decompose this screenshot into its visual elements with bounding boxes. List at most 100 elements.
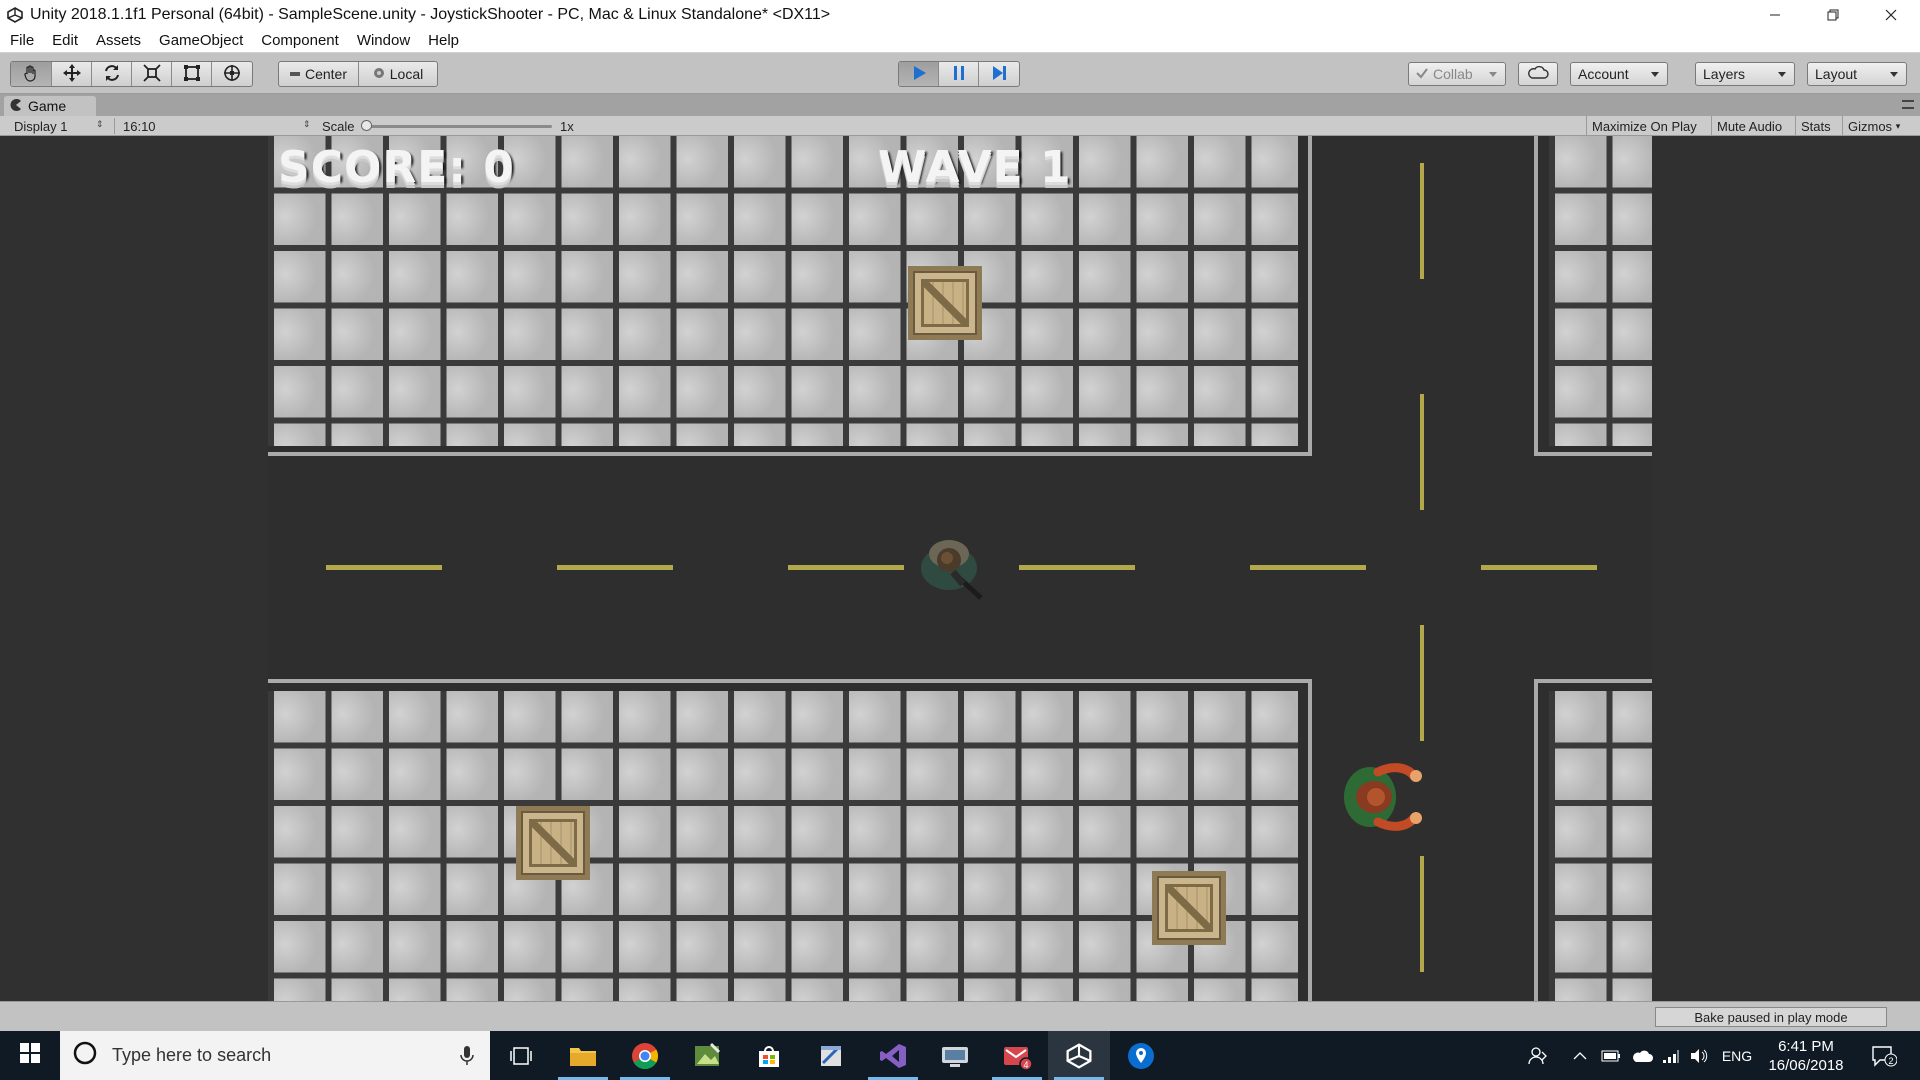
start-button[interactable] — [0, 1031, 60, 1080]
pivot-center-button[interactable]: Center — [279, 62, 359, 86]
display-updown-icon: ⇕ — [96, 119, 104, 129]
display-label: Display 1 — [14, 118, 68, 134]
curb — [268, 452, 1312, 456]
people-icon[interactable] — [1520, 1031, 1556, 1080]
curb — [1534, 136, 1538, 456]
game-view-controls: Display 1 ⇕ 16:10 ⇕ Scale 1x Maximize On… — [0, 116, 1920, 136]
remote-icon[interactable] — [924, 1031, 986, 1080]
sidewalk-top-right — [1549, 136, 1652, 446]
aspect-dropdown[interactable]: 16:10 — [114, 118, 314, 134]
file-explorer-icon[interactable] — [552, 1031, 614, 1080]
game-viewport[interactable]: SCORE: 0 WAVE 1 — [0, 136, 1920, 1001]
title-bar: Unity 2018.1.1f1 Personal (64bit) - Samp… — [0, 0, 1920, 29]
lane-marking — [1420, 163, 1424, 279]
scale-label-text: Scale — [322, 118, 355, 134]
taskbar-search[interactable]: Type here to search — [60, 1031, 490, 1080]
restore-button[interactable] — [1804, 0, 1862, 29]
menu-component[interactable]: Component — [251, 32, 347, 49]
move-icon — [62, 63, 82, 86]
minimize-button[interactable] — [1746, 0, 1804, 29]
collab-dropdown[interactable]: Collab — [1408, 62, 1506, 86]
scale-icon — [142, 63, 162, 86]
microphone-icon[interactable] — [460, 1046, 474, 1071]
pivot-local-label: Local — [389, 66, 424, 82]
menu-bar: File Edit Assets GameObject Component Wi… — [0, 29, 1920, 53]
sidewalk-bottom-left — [268, 691, 1298, 1001]
onedrive-icon[interactable] — [1628, 1031, 1656, 1080]
account-dropdown[interactable]: Account — [1570, 62, 1668, 86]
image-editor-icon[interactable] — [676, 1031, 738, 1080]
stats-label: Stats — [1801, 118, 1831, 134]
task-view-icon[interactable] — [490, 1031, 552, 1080]
scale-label: Scale — [322, 118, 355, 134]
display-dropdown[interactable]: Display 1 — [14, 118, 104, 134]
curb — [268, 679, 1312, 683]
layout-label: Layout — [1815, 66, 1858, 82]
network-icon[interactable] — [1658, 1031, 1684, 1080]
transform-tool-button[interactable] — [212, 62, 252, 86]
gizmos-dropdown[interactable]: Gizmos ▾ — [1842, 116, 1905, 136]
close-button[interactable] — [1862, 0, 1920, 29]
mute-audio-toggle[interactable]: Mute Audio — [1711, 116, 1787, 136]
game-canvas[interactable]: SCORE: 0 WAVE 1 — [268, 136, 1652, 1001]
move-tool-button[interactable] — [52, 62, 92, 86]
taskbar-clock[interactable]: 6:41 PM 16/06/2018 — [1756, 1037, 1856, 1075]
language-indicator[interactable]: ENG — [1718, 1031, 1756, 1080]
curb — [1308, 136, 1312, 456]
scale-slider-track[interactable] — [366, 125, 552, 128]
scale-slider-knob[interactable] — [361, 120, 372, 131]
pause-button[interactable] — [939, 62, 979, 86]
store-icon[interactable] — [738, 1031, 800, 1080]
game-tab-bar: Game — [0, 94, 1920, 116]
step-button[interactable] — [979, 62, 1019, 86]
layers-dropdown[interactable]: Layers — [1695, 62, 1795, 86]
app-icon[interactable] — [800, 1031, 862, 1080]
game-pacman-icon — [10, 98, 22, 114]
menu-assets[interactable]: Assets — [86, 32, 149, 49]
tray-chevron-up-icon[interactable] — [1568, 1031, 1592, 1080]
chrome-icon[interactable] — [614, 1031, 676, 1080]
mute-label: Mute Audio — [1717, 118, 1783, 134]
stats-toggle[interactable]: Stats — [1795, 116, 1836, 136]
pivot-toggles: Center Local — [278, 61, 438, 87]
play-icon — [910, 64, 928, 85]
tab-game[interactable]: Game — [4, 96, 96, 116]
volume-icon[interactable] — [1686, 1031, 1712, 1080]
menu-window[interactable]: Window — [347, 32, 418, 49]
scale-tool-button[interactable] — [132, 62, 172, 86]
rotate-tool-button[interactable] — [92, 62, 132, 86]
panel-menu-icon[interactable] — [1902, 100, 1914, 109]
local-globe-icon — [373, 66, 385, 82]
search-placeholder: Type here to search — [112, 1045, 272, 1065]
aspect-label: 16:10 — [123, 118, 156, 134]
toolbar: Center Local Collab Account Layers Layou… — [0, 53, 1920, 94]
lane-marking — [1420, 625, 1424, 741]
maximize-on-play-toggle[interactable]: Maximize On Play — [1586, 116, 1702, 136]
bake-status: Bake paused in play mode — [1655, 1007, 1887, 1027]
maximize-label: Maximize On Play — [1592, 118, 1697, 134]
notification-count: 2 — [1888, 1056, 1893, 1066]
unity-icon[interactable] — [1048, 1031, 1110, 1080]
menu-gameobject[interactable]: GameObject — [149, 32, 251, 49]
menu-help[interactable]: Help — [418, 32, 467, 49]
rect-tool-button[interactable] — [172, 62, 212, 86]
curb — [1534, 452, 1652, 456]
play-button[interactable] — [899, 62, 939, 86]
menu-file[interactable]: File — [0, 32, 42, 49]
maps-icon[interactable] — [1110, 1031, 1172, 1080]
cortana-icon — [72, 1040, 98, 1071]
visual-studio-icon[interactable] — [862, 1031, 924, 1080]
tab-game-label: Game — [28, 98, 67, 114]
clock-date: 16/06/2018 — [1768, 1057, 1844, 1074]
sidewalk-bottom-right — [1549, 691, 1652, 1001]
menu-edit[interactable]: Edit — [42, 32, 86, 49]
pivot-local-button[interactable]: Local — [359, 62, 437, 86]
hand-tool-button[interactable] — [11, 62, 52, 86]
battery-icon[interactable] — [1598, 1031, 1624, 1080]
action-center-icon[interactable]: 2 — [1862, 1031, 1906, 1080]
zombie-enemy — [1334, 752, 1424, 842]
layout-dropdown[interactable]: Layout — [1807, 62, 1907, 86]
cloud-button[interactable] — [1518, 62, 1558, 86]
mail-icon[interactable]: 4 — [986, 1031, 1048, 1080]
scale-value-text: 1x — [560, 118, 574, 134]
